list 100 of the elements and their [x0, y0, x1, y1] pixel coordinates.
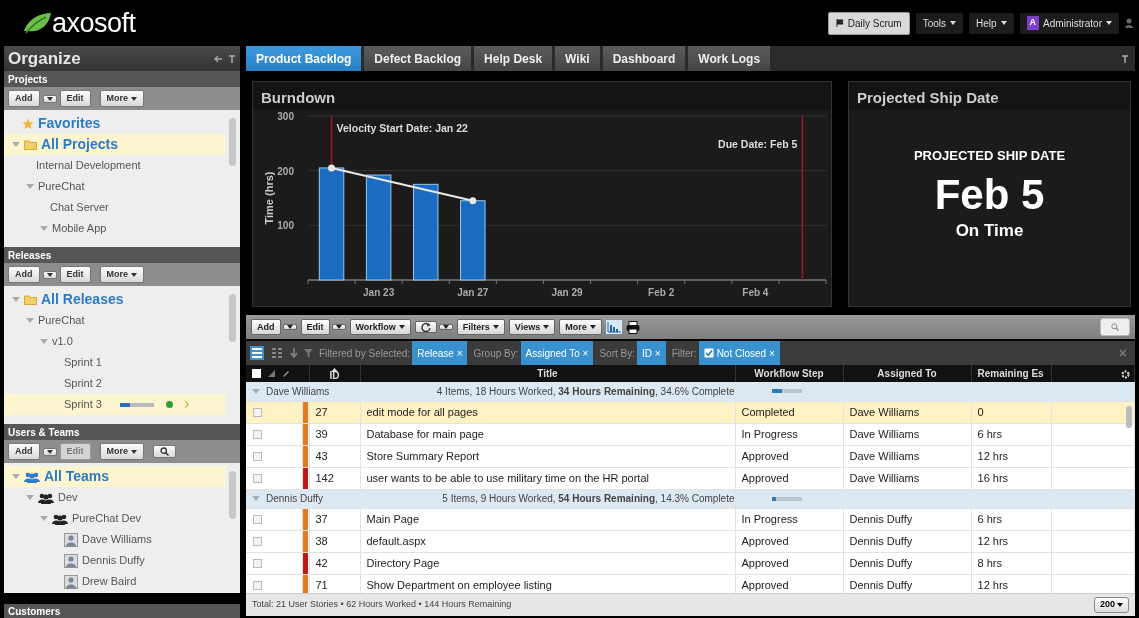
tab[interactable]: Dashboard: [602, 46, 686, 71]
toolbar-button[interactable]: Edit: [300, 319, 330, 335]
toolbar-button[interactable]: Edit: [59, 90, 91, 107]
tree-item[interactable]: All Teams: [4, 466, 226, 487]
pin-icon[interactable]: [228, 54, 236, 63]
caret-icon: [1000, 21, 1007, 25]
flag-icon: [835, 19, 844, 27]
toolbar-button[interactable]: Edit: [59, 266, 91, 283]
scrollbar[interactable]: [229, 294, 236, 342]
section-title: Customers: [4, 604, 240, 618]
search-field[interactable]: [1100, 318, 1130, 336]
remaining-cell: 12 hrs: [971, 445, 1051, 467]
checkbox[interactable]: [253, 558, 262, 568]
tree-item[interactable]: Sprint 1: [4, 352, 226, 373]
dropdown-button[interactable]: [282, 324, 297, 330]
caret-icon: [335, 325, 342, 329]
tree-item[interactable]: Chat Server: [4, 197, 226, 218]
search-button[interactable]: [153, 445, 176, 458]
menu-button[interactable]: Workflow: [349, 319, 411, 335]
ship-date-value: Feb 5: [934, 171, 1045, 218]
tree-item[interactable]: Drew Baird: [4, 571, 226, 592]
dropdown-button[interactable]: [42, 270, 57, 279]
checkbox[interactable]: [253, 429, 262, 439]
refresh-button[interactable]: [414, 321, 437, 333]
checkbox[interactable]: [253, 407, 262, 417]
menu-button[interactable]: More: [99, 90, 144, 107]
daily-scrum-button[interactable]: Daily Scrum: [827, 11, 910, 35]
dropdown-button[interactable]: [331, 324, 346, 330]
title-cell: user wants to be able to use military time on the HR portal: [360, 467, 735, 489]
column-header[interactable]: Title: [537, 368, 558, 379]
tree-item[interactable]: Dennis Duffy: [4, 550, 226, 571]
checkbox[interactable]: [253, 451, 262, 461]
tab[interactable]: Work Logs: [688, 46, 771, 71]
menu-button[interactable]: More: [559, 319, 602, 335]
sidebar-title: Organize: [8, 47, 81, 70]
axis-tick-label: Jan 29: [551, 287, 583, 298]
tab[interactable]: Defect Backlog: [364, 46, 472, 71]
tab[interactable]: Product Backlog: [246, 46, 362, 71]
scrollbar[interactable]: [229, 471, 236, 519]
tree-item[interactable]: All Projects: [4, 134, 226, 155]
tree-item[interactable]: Sprint 2: [4, 373, 226, 394]
pin-icon[interactable]: [1121, 54, 1129, 63]
grid-view-icon[interactable]: [270, 346, 284, 360]
id-cell: 142: [309, 467, 360, 489]
settings-icon[interactable]: [1121, 369, 1130, 379]
workflow-step-cell: Approved: [735, 445, 843, 467]
menu-button[interactable]: Tools: [915, 12, 963, 34]
checkbox[interactable]: [253, 580, 262, 590]
checkbox[interactable]: [253, 536, 262, 546]
dropdown-button[interactable]: [42, 447, 57, 456]
annotation-label: Due Date: Feb 5: [718, 138, 798, 150]
menu-button[interactable]: More: [99, 443, 144, 460]
tab[interactable]: Help Desk: [474, 46, 553, 71]
id-cell: 39: [309, 423, 360, 445]
tree-item[interactable]: Dev: [4, 487, 226, 508]
toolbar-button[interactable]: Add: [8, 266, 40, 283]
page-size-button[interactable]: 200: [1093, 597, 1129, 613]
menu-button[interactable]: Filters: [456, 319, 505, 335]
tree-item[interactable]: Dave Williams: [4, 529, 226, 550]
tree-item[interactable]: v1.0: [4, 331, 226, 352]
menu-button[interactable]: Views: [508, 319, 556, 335]
toolbar-button[interactable]: Add: [8, 90, 40, 107]
checkbox[interactable]: [253, 514, 262, 524]
tree-item[interactable]: PureChat: [4, 176, 226, 197]
down-arrow-icon[interactable]: [290, 348, 298, 358]
dropdown-button[interactable]: [438, 324, 453, 330]
menu-button[interactable]: More: [99, 266, 144, 283]
checkbox[interactable]: [253, 473, 262, 483]
list-view-icon[interactable]: [250, 346, 264, 360]
assignee-cell: Dave Williams: [843, 445, 971, 467]
title-cell: edit mode for all pages: [360, 401, 735, 423]
group-summary: 4 Items, 18 Hours Worked, 34 Hours Remaining, 34.6% Complete: [436, 384, 734, 399]
caret-icon: [543, 325, 550, 329]
tree-item[interactable]: Mobile App: [4, 218, 226, 239]
sort-icon[interactable]: [331, 367, 338, 372]
caret-icon: [398, 325, 405, 329]
scrollbar[interactable]: [229, 118, 236, 166]
assignee-cell: Dennis Duffy: [843, 508, 971, 530]
tree-item[interactable]: PureChat: [4, 310, 226, 331]
print-icon[interactable]: [625, 320, 640, 334]
chart-icon[interactable]: [605, 320, 622, 334]
user-menu-button[interactable]: A Administrator: [1019, 12, 1119, 34]
tree-item[interactable]: Favorites: [4, 113, 226, 134]
scrollbar[interactable]: [1126, 406, 1132, 428]
menu-button[interactable]: Help: [969, 12, 1014, 34]
remaining-cell: 8 hrs: [971, 552, 1051, 574]
collapse-icon[interactable]: [214, 54, 222, 63]
tree-item[interactable]: Internal Development: [4, 155, 226, 176]
user-icon[interactable]: [1125, 18, 1133, 28]
tree-item[interactable]: Sprint 3: [4, 394, 226, 415]
checkbox[interactable]: [252, 369, 261, 378]
tab[interactable]: Wiki: [555, 46, 600, 71]
tree-item[interactable]: PureChat Dev: [4, 508, 226, 529]
assignee-cell: Dennis Duffy: [843, 552, 971, 574]
filter-icon[interactable]: [304, 348, 313, 358]
toolbar-button[interactable]: Add: [251, 319, 281, 335]
tree-item[interactable]: All Releases: [4, 289, 226, 310]
toolbar-button[interactable]: Add: [8, 443, 40, 460]
dropdown-button[interactable]: [42, 94, 57, 103]
caret-icon: [131, 96, 137, 101]
